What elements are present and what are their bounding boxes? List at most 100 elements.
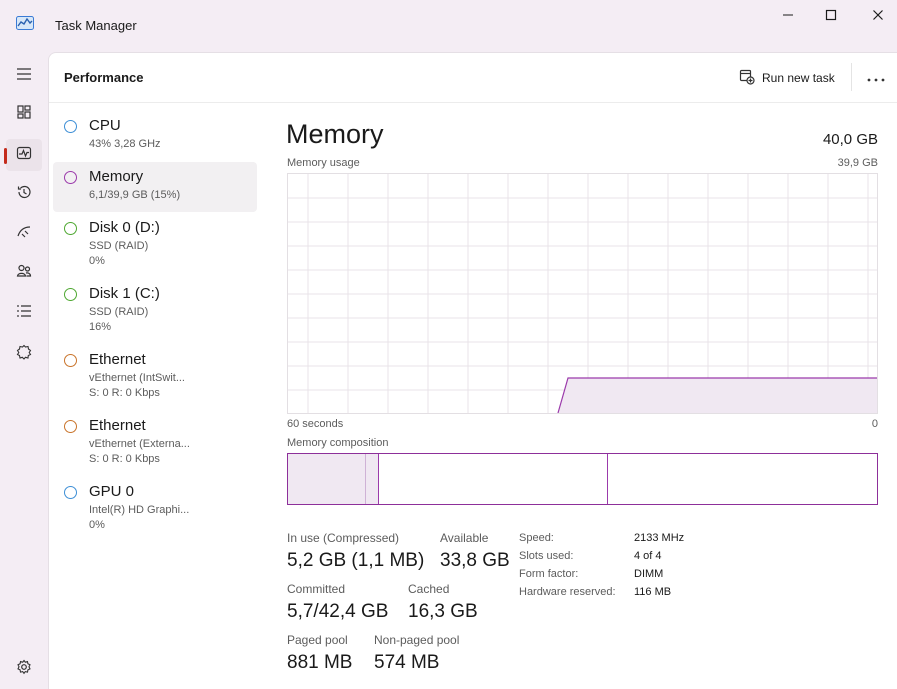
hardware-reserved-label: Hardware reserved: bbox=[519, 586, 616, 598]
more-options-button[interactable] bbox=[861, 65, 891, 91]
device-subtitle: SSD (RAID) bbox=[89, 306, 149, 318]
nav-app-history[interactable] bbox=[6, 178, 42, 210]
paged-pool-value: 881 MB bbox=[287, 652, 353, 673]
run-new-task-button[interactable]: Run new task bbox=[739, 65, 835, 91]
main-panel: Performance Run new task CPU 43% 3,28 GH… bbox=[48, 52, 897, 689]
speed-label: Speed: bbox=[519, 532, 554, 544]
ethernet-indicator-icon bbox=[64, 354, 77, 367]
device-disk-1[interactable]: Disk 1 (C:) SSD (RAID) 16% bbox=[53, 279, 257, 341]
memory-composition-label: Memory composition bbox=[287, 437, 389, 449]
disk-indicator-icon bbox=[64, 222, 77, 235]
processes-icon bbox=[16, 104, 32, 125]
maximize-button[interactable] bbox=[808, 0, 854, 30]
device-disk-0[interactable]: Disk 0 (D:) SSD (RAID) 0% bbox=[53, 213, 257, 275]
slots-used-label: Slots used: bbox=[519, 550, 574, 562]
device-name: Disk 0 (D:) bbox=[89, 219, 160, 236]
settings-icon bbox=[16, 659, 32, 680]
device-ethernet-2[interactable]: Ethernet vEthernet (Externa... S: 0 R: 0… bbox=[53, 411, 257, 473]
disk-indicator-icon bbox=[64, 288, 77, 301]
device-name: Disk 1 (C:) bbox=[89, 285, 160, 302]
navigation-rail bbox=[0, 50, 48, 689]
device-memory[interactable]: Memory 6,1/39,9 GB (15%) bbox=[53, 162, 257, 212]
run-new-task-icon bbox=[739, 69, 755, 88]
available-label: Available bbox=[440, 531, 489, 545]
committed-label: Committed bbox=[287, 582, 346, 596]
close-button[interactable] bbox=[855, 0, 897, 30]
device-name: GPU 0 bbox=[89, 483, 135, 500]
nav-details[interactable] bbox=[6, 297, 42, 329]
device-subtitle-2: 0% bbox=[89, 519, 105, 531]
nav-startup-apps[interactable] bbox=[6, 218, 42, 250]
device-subtitle: Intel(R) HD Graphi... bbox=[89, 504, 190, 516]
slots-used-value: 4 of 4 bbox=[634, 550, 662, 562]
composition-modified bbox=[366, 454, 379, 504]
form-factor-label: Form factor: bbox=[519, 568, 579, 580]
window-title: Task Manager bbox=[55, 18, 137, 33]
device-subtitle-2: 16% bbox=[89, 321, 112, 333]
graph-time-left-label: 60 seconds bbox=[287, 418, 344, 430]
title-bar: Task Manager bbox=[0, 0, 897, 50]
cached-value: 16,3 GB bbox=[408, 601, 478, 622]
performance-icon bbox=[16, 145, 32, 166]
details-icon bbox=[16, 303, 32, 324]
gpu-indicator-icon bbox=[64, 486, 77, 499]
device-cpu[interactable]: CPU 43% 3,28 GHz bbox=[53, 111, 257, 159]
nav-services[interactable] bbox=[6, 338, 42, 370]
composition-standby-divider bbox=[607, 454, 608, 504]
device-gpu-0[interactable]: GPU 0 Intel(R) HD Graphi... 0% bbox=[53, 477, 257, 539]
graph-time-right-label: 0 bbox=[871, 418, 878, 430]
memory-usage-area bbox=[558, 378, 877, 413]
device-subtitle: vEthernet (Externa... bbox=[89, 438, 190, 450]
speed-value: 2133 MHz bbox=[634, 532, 685, 544]
cpu-indicator-icon bbox=[64, 120, 77, 133]
nav-performance[interactable] bbox=[6, 139, 42, 171]
device-subtitle: vEthernet (IntSwit... bbox=[89, 372, 185, 384]
hardware-reserved-value: 116 MB bbox=[634, 586, 672, 598]
memory-usage-graph bbox=[287, 173, 878, 414]
memory-indicator-icon bbox=[64, 171, 77, 184]
committed-value: 5,7/42,4 GB bbox=[287, 601, 389, 622]
in-use-label: In use (Compressed) bbox=[287, 531, 400, 545]
cached-label: Cached bbox=[408, 582, 450, 596]
detail-total-memory: 40,0 GB bbox=[822, 131, 878, 148]
more-options-icon bbox=[867, 69, 885, 87]
app-history-icon bbox=[16, 184, 32, 205]
paged-pool-label: Paged pool bbox=[287, 633, 348, 647]
device-ethernet-1[interactable]: Ethernet vEthernet (IntSwit... S: 0 R: 0… bbox=[53, 345, 257, 407]
run-new-task-label: Run new task bbox=[762, 71, 835, 85]
services-icon bbox=[16, 344, 32, 365]
task-manager-app-icon bbox=[16, 16, 34, 30]
memory-usage-max: 39,9 GB bbox=[837, 157, 878, 169]
nav-settings[interactable] bbox=[6, 653, 42, 685]
device-name: Memory bbox=[89, 168, 144, 185]
device-name: CPU bbox=[89, 117, 121, 134]
device-name: Ethernet bbox=[89, 417, 146, 434]
non-paged-pool-label: Non-paged pool bbox=[374, 633, 460, 647]
users-icon bbox=[16, 263, 32, 284]
device-subtitle-2: 0% bbox=[89, 255, 105, 267]
available-value: 33,8 GB bbox=[440, 550, 510, 571]
active-nav-indicator bbox=[4, 148, 7, 164]
memory-usage-label: Memory usage bbox=[287, 157, 360, 169]
device-name: Ethernet bbox=[89, 351, 146, 368]
header-separator bbox=[851, 63, 852, 91]
device-subtitle-2: S: 0 R: 0 Kbps bbox=[89, 453, 160, 465]
minimize-button[interactable] bbox=[765, 0, 811, 30]
non-paged-pool-value: 574 MB bbox=[374, 652, 440, 673]
device-subtitle-2: S: 0 R: 0 Kbps bbox=[89, 387, 160, 399]
ethernet-indicator-icon bbox=[64, 420, 77, 433]
composition-in-use bbox=[288, 454, 366, 504]
form-factor-value: DIMM bbox=[634, 568, 664, 580]
nav-processes[interactable] bbox=[6, 98, 42, 130]
page-title: Performance bbox=[64, 70, 144, 85]
detail-title: Memory bbox=[286, 119, 384, 149]
hamburger-menu-icon bbox=[16, 67, 32, 86]
memory-usage-plot bbox=[288, 174, 877, 414]
in-use-value: 5,2 GB (1,1 MB) bbox=[287, 550, 425, 571]
hamburger-menu-button[interactable] bbox=[6, 60, 42, 92]
device-subtitle: 43% 3,28 GHz bbox=[89, 138, 161, 150]
nav-users[interactable] bbox=[6, 257, 42, 289]
device-subtitle: SSD (RAID) bbox=[89, 240, 149, 252]
device-subtitle: 6,1/39,9 GB (15%) bbox=[89, 189, 181, 201]
page-header: Performance Run new task bbox=[49, 53, 897, 103]
